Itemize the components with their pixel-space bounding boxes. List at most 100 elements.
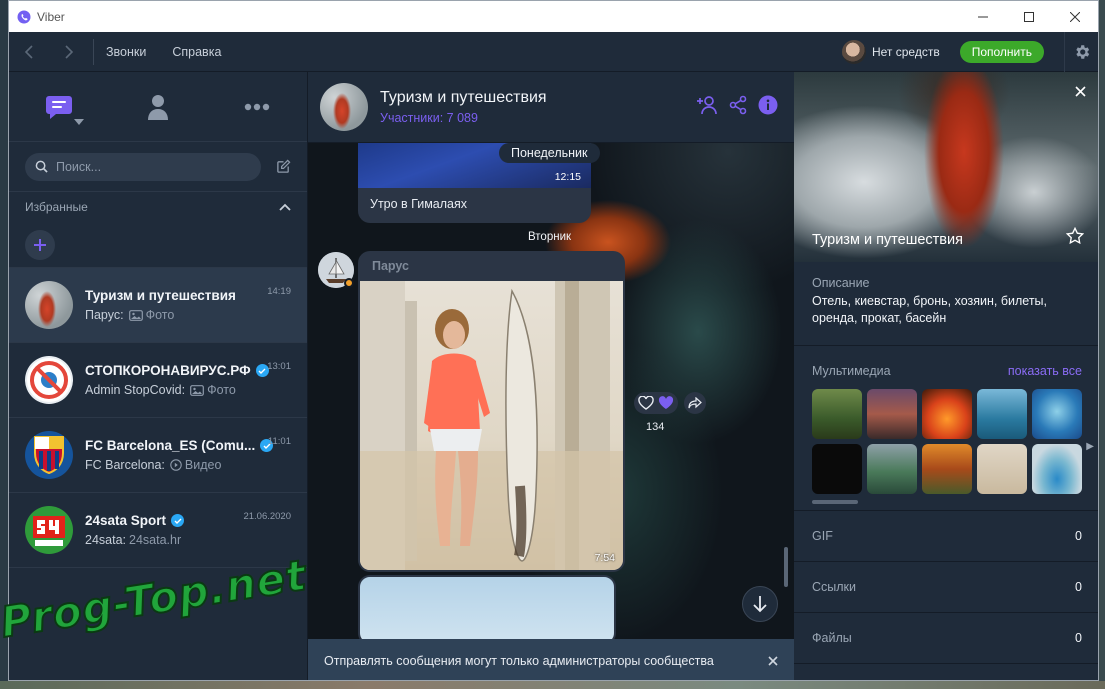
close-icon	[768, 655, 778, 666]
favorite-star-button[interactable]	[1065, 226, 1085, 250]
chat-time: 13:01	[267, 361, 291, 372]
account-balance[interactable]: Нет средств	[872, 45, 940, 59]
chat-scrollbar[interactable]	[784, 547, 788, 587]
message-photo[interactable]: 7:54	[360, 281, 623, 570]
row-value: 0	[1075, 529, 1082, 543]
conversation-header: Туризм и путешествия Участники: 7 089	[308, 72, 794, 143]
chat-name: FC Barcelona_ES (Comu...	[85, 438, 256, 453]
media-thumb[interactable]	[1032, 444, 1082, 494]
chat-preview: Видео	[184, 458, 222, 472]
add-person-icon	[697, 96, 717, 115]
message-photo-next[interactable]	[358, 575, 616, 645]
message-list[interactable]: 12:15 Утро в Гималаях Понедельник Вторни…	[308, 143, 794, 645]
message-photo-surfer[interactable]: Парус 7:54	[358, 251, 625, 572]
chat-item-stopcovid[interactable]: СТОПКОРОНАВИРУС.РФ Admin StopCovid: Фото…	[9, 343, 307, 418]
favorites-label: Избранные	[25, 200, 88, 214]
close-info-button[interactable]	[1075, 84, 1086, 101]
desktop-background-bottom	[0, 681, 1105, 689]
close-window-button[interactable]	[1052, 1, 1098, 32]
chat-preview: Фото	[145, 308, 175, 322]
community-cover: Туризм и путешествия	[794, 72, 1098, 262]
chat-sender: FC Barcelona:	[85, 458, 165, 472]
media-thumb[interactable]	[977, 389, 1027, 439]
compose-button[interactable]	[261, 159, 291, 174]
user-avatar[interactable]	[841, 40, 866, 64]
title-bar: Viber	[9, 1, 1098, 32]
chat-name: СТОПКОРОНАВИРУС.РФ	[85, 363, 251, 378]
media-scrollbar[interactable]	[812, 500, 858, 504]
media-thumb[interactable]	[812, 389, 862, 439]
admin-only-notice: Отправлять сообщения могут только админи…	[308, 639, 794, 680]
chat-avatar	[25, 281, 73, 329]
topup-button[interactable]: Пополнить	[959, 41, 1044, 63]
minimize-button[interactable]	[960, 1, 1006, 32]
search-input[interactable]	[56, 159, 226, 174]
chat-preview: 24sata.hr	[129, 533, 182, 547]
forward-button[interactable]	[684, 392, 706, 414]
close-notice-button[interactable]	[768, 653, 778, 669]
chat-bubble-icon	[45, 95, 72, 119]
chat-item-tourism[interactable]: Туризм и путешествия Парус: Фото 14:19	[9, 268, 307, 343]
day-separator: Вторник	[528, 231, 572, 243]
show-all-media-link[interactable]: показать все	[1008, 364, 1082, 378]
add-favorite-button[interactable]	[25, 229, 55, 260]
gear-icon	[1075, 45, 1089, 59]
tab-chats[interactable]	[39, 87, 84, 127]
media-grid	[812, 389, 1082, 494]
compose-icon	[277, 159, 291, 173]
plus-icon	[34, 238, 46, 251]
search-box[interactable]	[25, 152, 261, 181]
members-count[interactable]: Участники: 7 089	[380, 111, 547, 125]
forward-arrow-icon	[688, 397, 702, 409]
media-thumb[interactable]	[812, 444, 862, 494]
message-time: 7:54	[594, 552, 615, 564]
settings-button[interactable]	[1064, 32, 1098, 72]
description-label: Описание	[812, 276, 870, 290]
info-button[interactable]	[758, 95, 778, 120]
chat-avatar	[25, 356, 73, 404]
share-button[interactable]	[728, 95, 748, 120]
top-bar: Звонки Справка Нет средств Пополнить	[9, 32, 1098, 72]
message-time: 12:15	[554, 171, 581, 183]
media-thumb[interactable]	[867, 389, 917, 439]
media-thumb[interactable]	[922, 389, 972, 439]
add-participant-button[interactable]	[696, 94, 718, 121]
chat-time: 21.06.2020	[243, 511, 291, 522]
chevron-right-icon	[65, 44, 74, 59]
message-sender[interactable]: Парус	[358, 251, 625, 281]
links-row[interactable]: Ссылки 0	[794, 562, 1098, 613]
back-button[interactable]	[9, 32, 49, 72]
message-caption: Утро в Гималаях	[370, 197, 468, 211]
conversation-avatar[interactable]	[320, 83, 368, 131]
media-thumb[interactable]	[867, 444, 917, 494]
conversation-title[interactable]: Туризм и путешествия	[380, 89, 547, 107]
menu-calls[interactable]: Звонки	[106, 45, 146, 59]
chevron-left-icon	[24, 44, 33, 59]
forward-button[interactable]	[49, 32, 89, 72]
tab-more[interactable]	[237, 87, 277, 127]
media-next-arrow-icon[interactable]: ▶	[1086, 441, 1094, 452]
gif-row[interactable]: GIF 0	[794, 511, 1098, 562]
like-button[interactable]	[634, 392, 678, 414]
row-label: Файлы	[812, 631, 852, 645]
tab-contacts[interactable]	[138, 87, 178, 127]
files-row[interactable]: Файлы 0	[794, 613, 1098, 664]
media-section: Мультимедиа показать все	[794, 346, 1098, 511]
menu-help[interactable]: Справка	[172, 45, 221, 59]
media-thumb[interactable]	[922, 444, 972, 494]
media-label: Мультимедиа	[812, 364, 891, 378]
row-label: Ссылки	[812, 580, 857, 594]
media-thumb[interactable]	[977, 444, 1027, 494]
person-icon	[147, 94, 168, 120]
window-title: Viber	[37, 9, 65, 24]
scroll-to-bottom-button[interactable]	[742, 586, 778, 622]
close-icon	[1075, 86, 1086, 97]
maximize-button[interactable]	[1006, 1, 1052, 32]
chat-item-fc-barcelona[interactable]: FC Barcelona_ES (Comu... FC Barcelona: В…	[9, 418, 307, 493]
photo-icon	[190, 384, 204, 396]
heart-filled-icon	[658, 396, 674, 409]
media-thumb[interactable]	[1032, 389, 1082, 439]
like-count: 134	[646, 421, 665, 433]
info-icon	[758, 95, 778, 115]
favorites-header[interactable]: Избранные	[9, 192, 307, 222]
